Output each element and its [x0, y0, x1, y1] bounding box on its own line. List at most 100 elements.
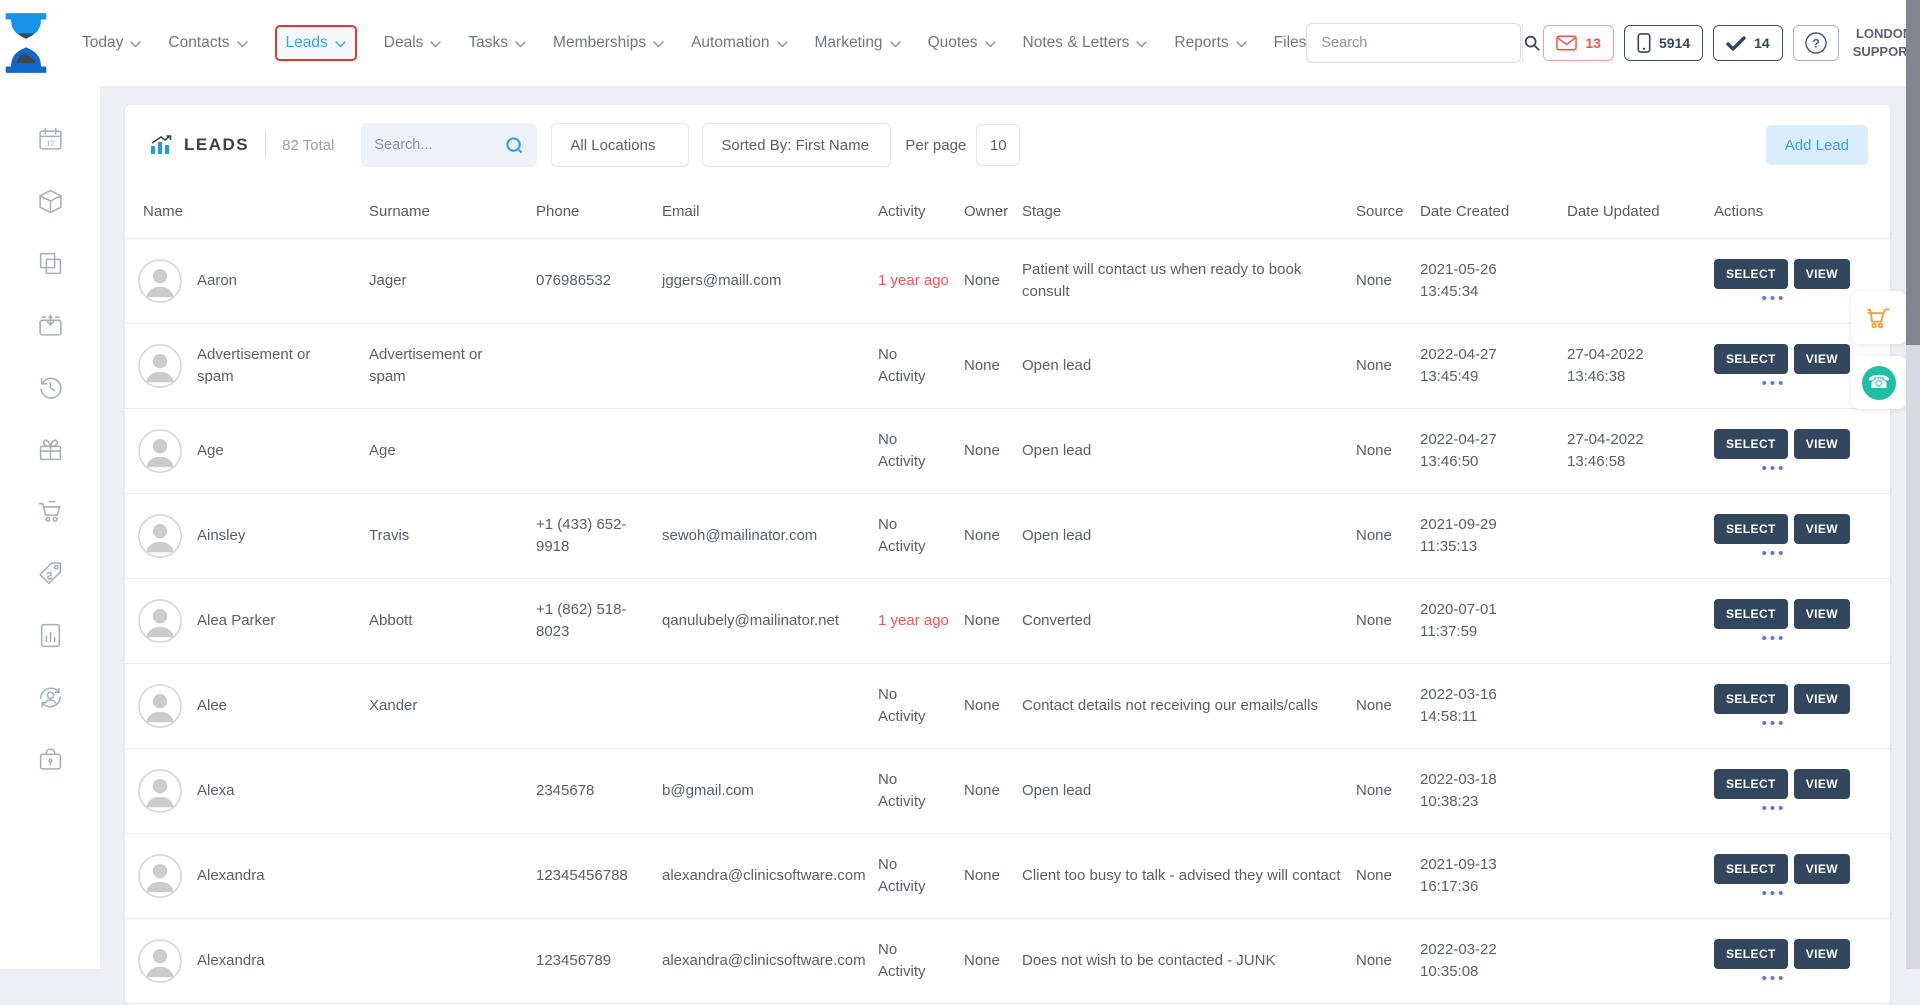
locations-filter[interactable]: All Locations	[551, 123, 689, 167]
lead-surname: Age	[363, 430, 530, 472]
more-actions-button[interactable]: •••	[1714, 549, 1834, 559]
lead-actions: SELECT VIEW •••	[1708, 759, 1890, 824]
lead-source: None	[1350, 855, 1414, 897]
view-button[interactable]: VIEW	[1794, 769, 1850, 799]
nav-item-files[interactable]: Files	[1274, 34, 1307, 52]
view-button[interactable]: VIEW	[1794, 684, 1850, 714]
sort-filter[interactable]: Sorted By: First Name	[702, 123, 891, 167]
avatar-placeholder-icon	[137, 513, 183, 559]
nav-item-label: Notes & Letters	[1023, 34, 1130, 52]
phone-badge[interactable]: 5914	[1624, 25, 1703, 61]
calendar-import-icon[interactable]	[37, 312, 64, 339]
account-sync-icon[interactable]	[37, 684, 64, 711]
select-button[interactable]: SELECT	[1714, 939, 1788, 969]
nav-item-memberships[interactable]: Memberships	[553, 34, 664, 52]
cube-icon[interactable]	[37, 188, 64, 215]
view-button[interactable]: VIEW	[1794, 514, 1850, 544]
lead-date-updated: 27-04-2022 13:46:58	[1561, 419, 1708, 483]
nav-item-marketing[interactable]: Marketing	[815, 34, 901, 52]
select-button[interactable]: SELECT	[1714, 514, 1788, 544]
leads-chart-icon	[150, 135, 172, 155]
add-lead-button[interactable]: Add Lead	[1766, 125, 1868, 165]
report-icon[interactable]	[37, 622, 64, 649]
avatar-placeholder-icon	[137, 428, 183, 474]
per-page-select[interactable]: 10	[976, 124, 1020, 166]
more-actions-button[interactable]: •••	[1714, 804, 1834, 814]
lead-name: Alexa	[197, 780, 235, 802]
lead-name: Alea Parker	[197, 610, 275, 632]
view-button[interactable]: VIEW	[1794, 344, 1850, 374]
more-actions-button[interactable]: •••	[1714, 889, 1834, 899]
view-button[interactable]: VIEW	[1794, 939, 1850, 969]
more-actions-button[interactable]: •••	[1714, 464, 1834, 474]
nav-item-deals[interactable]: Deals	[384, 34, 442, 52]
cart-icon[interactable]	[37, 498, 64, 525]
phone-widget-button[interactable]: ☎	[1851, 356, 1907, 409]
more-actions-button[interactable]: •••	[1714, 634, 1834, 644]
lead-date-updated	[1561, 951, 1708, 971]
column-header-owner: Owner	[958, 203, 1016, 220]
nav-item-tasks[interactable]: Tasks	[468, 34, 526, 52]
leads-panel: LEADS 82 Total All Locations Sorted By: …	[125, 105, 1890, 1005]
gift-icon[interactable]	[37, 436, 64, 463]
lead-owner: None	[958, 430, 1016, 472]
nav-item-reports[interactable]: Reports	[1174, 34, 1246, 52]
select-button[interactable]: SELECT	[1714, 684, 1788, 714]
leads-search-input[interactable]	[374, 137, 505, 153]
avatar-placeholder-icon	[137, 343, 183, 389]
nav-item-contacts[interactable]: Contacts	[168, 34, 247, 52]
view-button[interactable]: VIEW	[1794, 429, 1850, 459]
help-button[interactable]: ?	[1793, 25, 1839, 61]
copy-windows-icon[interactable]	[37, 250, 64, 277]
lead-surname: Xander	[363, 685, 530, 727]
more-actions-button[interactable]: •••	[1714, 719, 1834, 729]
cart-widget-button[interactable]	[1851, 291, 1907, 344]
table-row: Advertisement or spam Advertisement or s…	[125, 324, 1890, 409]
table-row: Age Age No Activity None Open lead None …	[125, 409, 1890, 494]
more-actions-button[interactable]: •••	[1714, 294, 1834, 304]
question-icon: ?	[1804, 31, 1828, 55]
calendar-icon[interactable]: 12	[37, 126, 64, 153]
lead-phone: +1 (433) 652- 9918	[530, 504, 656, 568]
avatar	[137, 258, 183, 304]
select-button[interactable]: SELECT	[1714, 854, 1788, 884]
select-button[interactable]: SELECT	[1714, 259, 1788, 289]
more-actions-button[interactable]: •••	[1714, 974, 1834, 984]
view-button[interactable]: VIEW	[1794, 599, 1850, 629]
mail-badge[interactable]: 13	[1543, 25, 1614, 61]
lead-name-cell: Alee	[137, 673, 363, 739]
view-button[interactable]: VIEW	[1794, 259, 1850, 289]
view-button[interactable]: VIEW	[1794, 854, 1850, 884]
nav-item-quotes[interactable]: Quotes	[928, 34, 996, 52]
app-logo[interactable]	[0, 12, 52, 74]
select-button[interactable]: SELECT	[1714, 769, 1788, 799]
lead-source: None	[1350, 940, 1414, 982]
select-button[interactable]: SELECT	[1714, 344, 1788, 374]
select-button[interactable]: SELECT	[1714, 599, 1788, 629]
lead-date-created: 2022-03-22 10:35:08	[1414, 929, 1561, 993]
column-header-surname: Surname	[363, 203, 530, 220]
nav-item-leads[interactable]: Leads	[275, 25, 357, 61]
lead-date-created: 2022-04-27 13:46:50	[1414, 419, 1561, 483]
select-button[interactable]: SELECT	[1714, 429, 1788, 459]
history-icon[interactable]	[37, 374, 64, 401]
scrollbar-track[interactable]	[1906, 0, 1920, 969]
briefcase-lock-icon[interactable]	[37, 746, 64, 773]
lead-name-cell: Alexandra	[137, 843, 363, 909]
nav-item-automation[interactable]: Automation	[691, 34, 787, 52]
price-tag-icon[interactable]	[37, 560, 64, 587]
chevron-down-icon	[237, 41, 248, 48]
table-row: Alexandra 123456789 alexandra@clinicsoft…	[125, 919, 1890, 1004]
nav-item-notes-letters[interactable]: Notes & Letters	[1023, 34, 1148, 52]
more-actions-button[interactable]: •••	[1714, 379, 1834, 389]
tasks-badge[interactable]: 14	[1713, 25, 1783, 61]
lead-date-created: 2021-09-29 11:35:13	[1414, 504, 1561, 568]
nav-item-today[interactable]: Today	[82, 34, 141, 52]
search-icon[interactable]	[505, 136, 524, 155]
global-search-input[interactable]	[1307, 35, 1522, 51]
lead-stage: Contact details not receiving our emails…	[1016, 685, 1350, 727]
column-header-activity: Activity	[872, 203, 958, 220]
scrollbar-thumb[interactable]	[1906, 0, 1920, 345]
search-icon[interactable]	[1522, 24, 1541, 62]
chevron-down-icon	[653, 41, 664, 48]
